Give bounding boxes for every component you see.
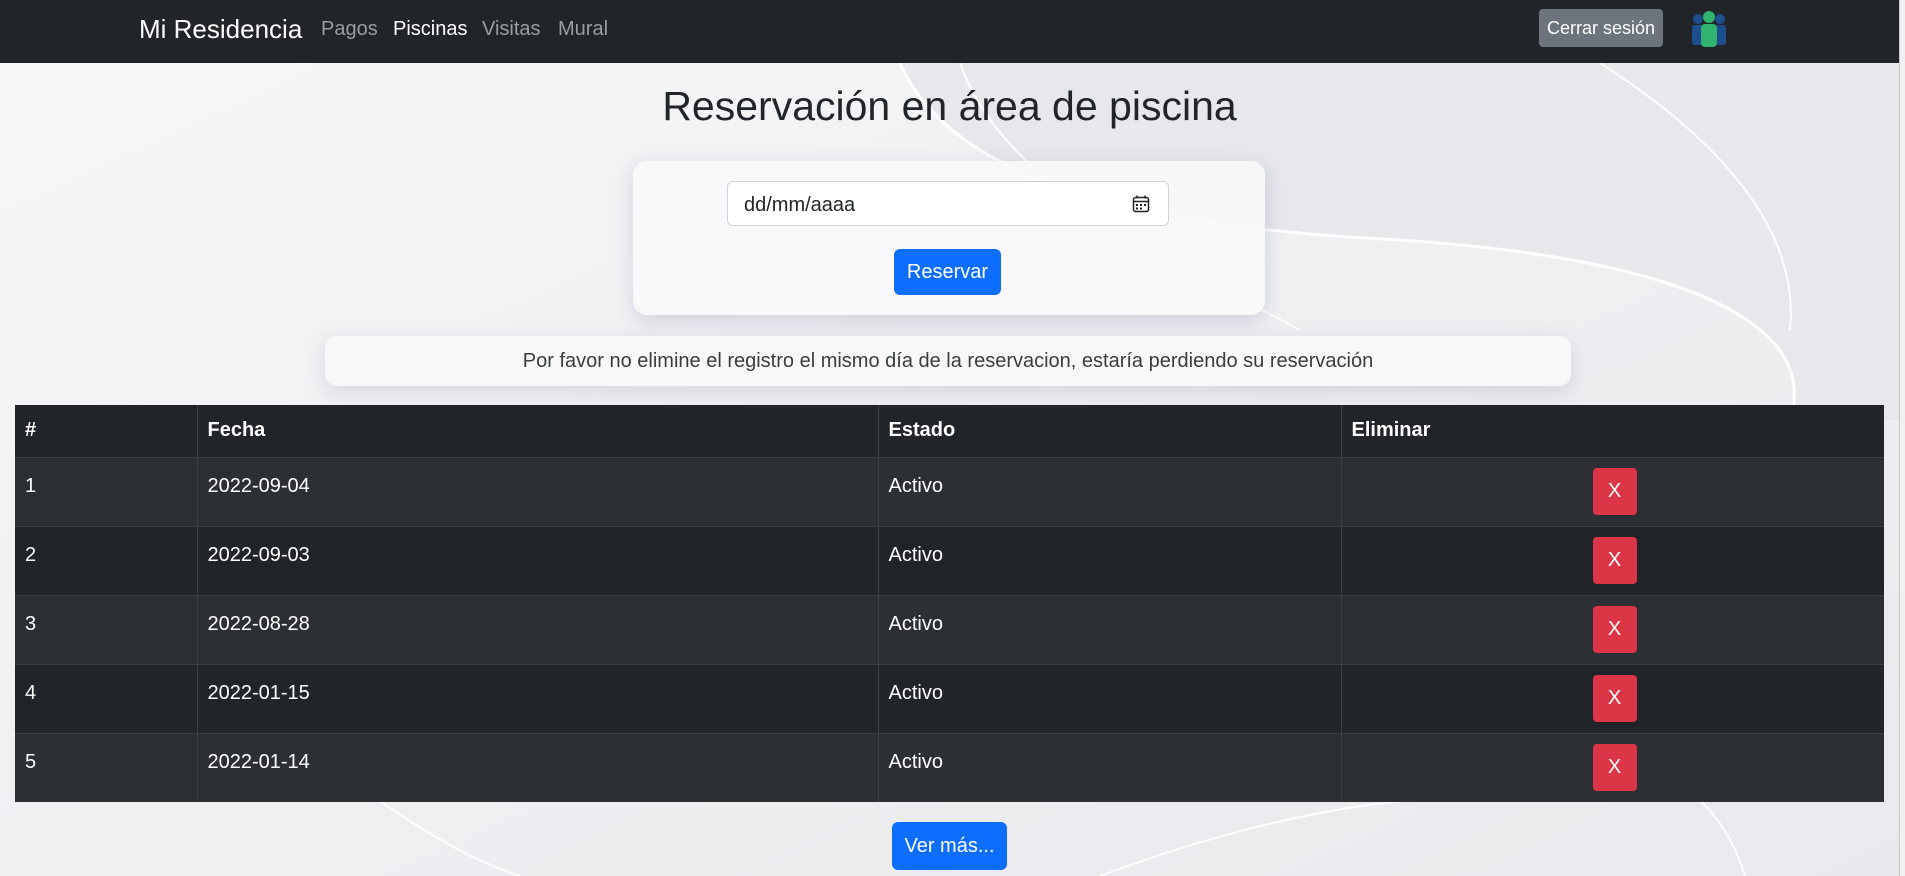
nav-link-mural[interactable]: Mural — [558, 18, 608, 41]
reservations-table: # Fecha Estado Eliminar 1 2022-09-04 Act… — [15, 405, 1884, 802]
page-title: Reservación en área de piscina — [662, 83, 1237, 129]
row-delete-cell: X — [1341, 733, 1884, 802]
row-fecha: 2022-01-15 — [197, 664, 879, 733]
header-fecha: Fecha — [197, 405, 879, 458]
header-estado: Estado — [878, 405, 1342, 458]
row-delete-cell: X — [1341, 526, 1884, 595]
row-estado: Activo — [878, 733, 1342, 802]
row-estado: Activo — [878, 526, 1342, 595]
top-navbar: Mi Residencia Pagos Piscinas Visitas Mur… — [0, 0, 1899, 63]
delete-button[interactable]: X — [1592, 605, 1637, 653]
delete-button[interactable]: X — [1592, 467, 1637, 515]
row-number: 3 — [15, 595, 198, 664]
row-delete-cell: X — [1341, 457, 1884, 526]
date-input[interactable]: dd/mm/aaaa — [727, 181, 1169, 226]
date-input-placeholder: dd/mm/aaaa — [744, 194, 856, 216]
row-number: 5 — [15, 733, 198, 802]
delete-button[interactable]: X — [1592, 743, 1637, 791]
logout-button[interactable]: Cerrar sesión — [1539, 9, 1663, 47]
table-row: 2 2022-09-03 Activo X — [15, 526, 1884, 595]
users-avatar-icon[interactable] — [1689, 7, 1729, 49]
header-number: # — [15, 405, 198, 458]
calendar-icon[interactable] — [1132, 195, 1150, 213]
main-content: Reservación en área de piscina dd/mm/aaa… — [0, 63, 1899, 876]
table-row: 5 2022-01-14 Activo X — [15, 733, 1884, 802]
row-fecha: 2022-09-04 — [197, 457, 879, 526]
brand-title[interactable]: Mi Residencia — [139, 14, 302, 45]
table-row: 3 2022-08-28 Activo X — [15, 595, 1884, 664]
row-number: 4 — [15, 664, 198, 733]
delete-button[interactable]: X — [1592, 674, 1637, 722]
row-fecha: 2022-08-28 — [197, 595, 879, 664]
scrollbar-thumb[interactable] — [1899, 0, 1905, 876]
nav-link-piscinas[interactable]: Piscinas — [393, 18, 467, 41]
row-number: 2 — [15, 526, 198, 595]
reservation-form-card: dd/mm/aaaa Reservar — [633, 161, 1265, 315]
row-fecha: 2022-01-14 — [197, 733, 879, 802]
see-more-button[interactable]: Ver más... — [892, 822, 1007, 870]
row-delete-cell: X — [1341, 664, 1884, 733]
nav-link-pagos[interactable]: Pagos — [321, 18, 378, 41]
row-fecha: 2022-09-03 — [197, 526, 879, 595]
nav-link-visitas[interactable]: Visitas — [482, 18, 541, 41]
notice-message: Por favor no elimine el registro el mism… — [325, 336, 1571, 386]
row-estado: Activo — [878, 457, 1342, 526]
reserve-button[interactable]: Reservar — [894, 249, 1001, 295]
row-estado: Activo — [878, 595, 1342, 664]
row-estado: Activo — [878, 664, 1342, 733]
table-row: 1 2022-09-04 Activo X — [15, 457, 1884, 526]
table-header-row: # Fecha Estado Eliminar — [15, 405, 1884, 458]
row-number: 1 — [15, 457, 198, 526]
row-delete-cell: X — [1341, 595, 1884, 664]
header-eliminar: Eliminar — [1341, 405, 1884, 458]
table-row: 4 2022-01-15 Activo X — [15, 664, 1884, 733]
delete-button[interactable]: X — [1592, 536, 1637, 584]
